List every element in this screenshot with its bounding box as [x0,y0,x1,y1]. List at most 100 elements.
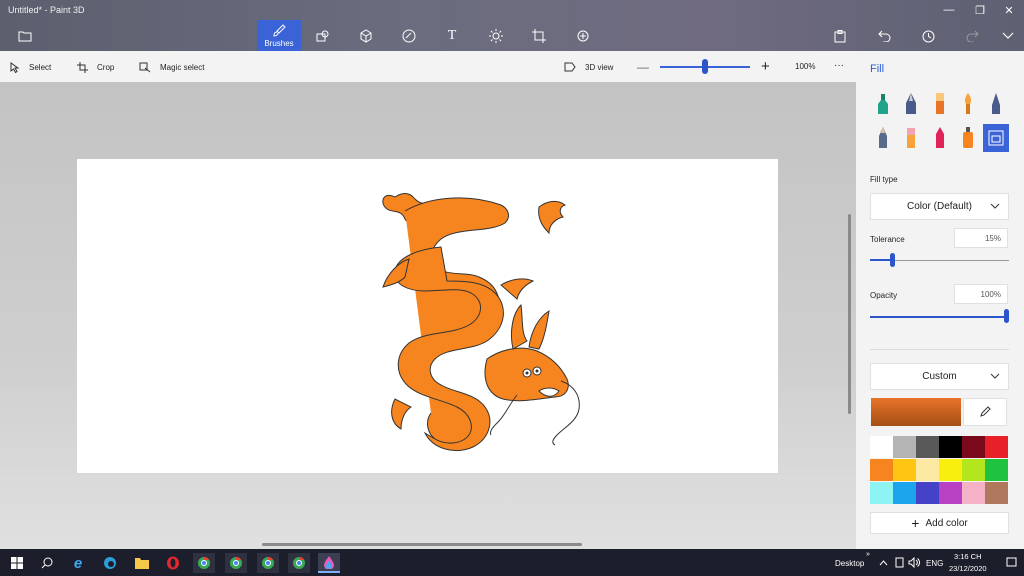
palette-swatch[interactable] [985,482,1008,504]
taskbar-opera[interactable] [162,553,184,573]
taskbar-chrome-2[interactable] [225,553,247,573]
clock-time[interactable]: 3:16 CH [954,552,982,561]
3d-view-button[interactable]: 3D view [564,62,613,72]
taskbar-chrome-4[interactable] [288,553,310,573]
language-indicator[interactable]: ENG [926,559,943,568]
restore-button[interactable]: ❐ [966,2,994,18]
drawing-canvas[interactable] [77,159,778,473]
pixel-pen-button[interactable] [983,90,1009,118]
undo-button[interactable] [873,26,895,46]
crop-button[interactable]: Crop [77,62,114,73]
taskbar-chrome-1[interactable] [193,553,215,573]
palette-swatch[interactable] [962,459,985,481]
palette-swatch[interactable] [916,436,939,458]
toolbar-chevron-icon[interactable]: » [866,551,870,558]
color-mode-dropdown[interactable]: Custom [870,363,1009,390]
edge-icon [104,557,116,569]
chevron-down-icon [990,373,1000,379]
opacity-slider-fill[interactable] [870,316,1009,318]
taskbar-explorer[interactable] [131,553,153,573]
palette-swatch[interactable] [962,436,985,458]
taskbar-ie[interactable]: e [67,553,89,573]
taskbar-paint3d[interactable] [318,553,340,573]
taskbar-chrome-3[interactable] [257,553,279,573]
calligraphy-pen-button[interactable] [898,90,924,118]
tab-2d-shapes[interactable] [306,20,340,51]
history-button[interactable] [917,26,939,46]
palette-swatch[interactable] [870,436,893,458]
tab-stickers[interactable] [392,20,426,51]
zoom-level[interactable]: 100% [795,62,815,71]
magic-select-button[interactable]: Magic select [139,62,204,73]
palette-swatch[interactable] [870,459,893,481]
expand-menu-button[interactable] [997,26,1019,46]
horizontal-scrollbar[interactable] [262,543,582,546]
palette-swatch[interactable] [985,436,1008,458]
clock-date[interactable]: 23/12/2020 [949,564,987,573]
palette-swatch[interactable] [962,482,985,504]
tab-brushes[interactable]: Brushes [257,20,301,51]
notification-icon [1006,557,1017,567]
show-hidden-icons-button[interactable] [879,558,888,568]
palette-swatch[interactable] [893,436,916,458]
vertical-scrollbar[interactable] [848,214,851,414]
palette-swatch[interactable] [916,459,939,481]
tab-text[interactable]: T [435,20,469,51]
tab-3d-shapes[interactable] [349,20,383,51]
spray-can-button[interactable] [955,124,981,152]
opacity-label: Opacity [870,291,898,300]
redo-icon [966,30,979,42]
oil-brush-button[interactable] [927,90,953,118]
eyedropper-button[interactable] [963,398,1007,426]
palette-swatch[interactable] [939,459,962,481]
tab-canvas[interactable] [522,20,556,51]
paste-button[interactable] [829,26,851,46]
start-button[interactable] [6,553,28,573]
folder-icon [18,31,32,41]
tolerance-slider-thumb[interactable] [890,253,895,267]
close-button[interactable]: ✕ [995,2,1023,18]
pencil-button[interactable] [870,124,896,152]
zoom-out-button[interactable]: — [637,60,649,74]
add-color-button[interactable]: + Add color [870,512,1009,534]
zoom-slider-thumb[interactable] [702,59,708,74]
palette-swatch[interactable] [893,482,916,504]
tolerance-value-field[interactable]: 15% [954,228,1008,248]
opera-icon [167,556,179,570]
desktop-toolbar-label[interactable]: Desktop [835,559,864,568]
tab-3d-library[interactable] [566,20,600,51]
watercolor-brush-button[interactable] [955,90,981,118]
palette-swatch[interactable] [916,482,939,504]
battery-icon[interactable] [895,557,904,570]
zoom-in-button[interactable]: + [761,58,770,75]
fill-type-dropdown[interactable]: Color (Default) [870,193,1009,220]
color-mode-value: Custom [922,371,957,382]
chrome-icon [230,557,242,569]
taskbar-edge[interactable] [99,553,121,573]
tab-brushes-label: Brushes [264,38,294,48]
redo-button[interactable] [961,26,983,46]
palette-swatch[interactable] [870,482,893,504]
crayon-button[interactable] [927,124,953,152]
panel-title: Fill [870,63,885,75]
palette-swatch[interactable] [985,459,1008,481]
tab-effects[interactable] [479,20,513,51]
search-button[interactable] [36,553,58,573]
minimize-button[interactable]: — [935,2,963,18]
opacity-slider-thumb[interactable] [1004,309,1009,323]
menu-folder-button[interactable] [8,20,42,51]
current-color-swatch[interactable] [871,398,961,426]
magic-select-label: Magic select [160,63,205,72]
notification-center-button[interactable] [1006,557,1017,569]
eraser-button[interactable] [898,124,924,152]
window-title: Untitled* - Paint 3D [8,5,85,15]
palette-swatch[interactable] [939,436,962,458]
volume-icon[interactable] [908,556,920,570]
select-button[interactable]: Select [10,62,51,73]
more-options-button[interactable]: ··· [834,60,844,71]
marker-brush-button[interactable] [870,90,896,118]
fill-bucket-button[interactable] [983,124,1009,152]
palette-swatch[interactable] [893,459,916,481]
opacity-value-field[interactable]: 100% [954,284,1008,304]
palette-swatch[interactable] [939,482,962,504]
